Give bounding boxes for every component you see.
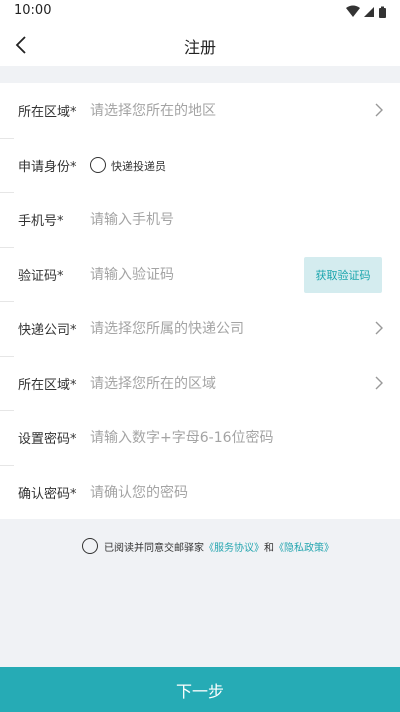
status-bar: 10:00 <box>0 0 400 24</box>
next-step-button[interactable]: 下一步 <box>0 667 400 712</box>
signal-icon <box>364 7 374 17</box>
phone-input[interactable]: 请输入手机号 <box>90 209 174 229</box>
get-code-button[interactable]: 获取验证码 <box>304 256 382 293</box>
phone-row: 手机号* 请输入手机号 <box>0 192 400 247</box>
chevron-right-icon <box>375 321 383 335</box>
phone-label: 手机号* <box>18 214 64 229</box>
registration-form: 所在区域* 请选择您所在的地区 申请身份* 快递投递员 手机号* 请输入手机号 … <box>0 83 400 519</box>
confirm-password-input[interactable]: 请确认您的密码 <box>90 482 188 502</box>
code-input[interactable]: 请输入验证码 <box>90 264 174 284</box>
company-row[interactable]: 快递公司* 请选择您所属的快递公司 <box>0 301 400 356</box>
code-label: 验证码* <box>18 268 64 284</box>
area-select[interactable]: 请选择您所在的区域 <box>90 373 216 393</box>
service-agreement-link[interactable]: 《服务协议》 <box>204 539 264 554</box>
region-row[interactable]: 所在区域* 请选择您所在的地区 <box>0 83 400 138</box>
identity-row: 申请身份* 快递投递员 <box>0 137 400 193</box>
confirm-password-label: 确认密码* <box>18 486 77 502</box>
confirm-password-row: 确认密码* 请确认您的密码 <box>0 464 400 520</box>
agreement-text: 已阅读并同意交邮驿家 <box>104 542 204 554</box>
company-select[interactable]: 请选择您所属的快递公司 <box>90 318 244 338</box>
chevron-right-icon <box>375 376 383 389</box>
battery-icon <box>379 6 386 18</box>
password-label: 设置密码* <box>18 432 77 447</box>
code-row: 验证码* 请输入验证码 获取验证码 <box>0 246 400 302</box>
agreement-and-text: 和 <box>264 542 274 554</box>
password-row: 设置密码* 请输入数字+字母6-16位密码 <box>0 410 400 465</box>
wifi-icon <box>346 5 360 17</box>
nav-bar: 注册 <box>0 24 400 66</box>
agreement: 已阅读并同意交邮驿家 《服务协议》 和 《隐私政策》 <box>82 537 334 555</box>
region-label: 所在区域* <box>18 105 77 120</box>
privacy-policy-link[interactable]: 《隐私政策》 <box>274 539 334 554</box>
area-row[interactable]: 所在区域* 请选择您所在的区域 <box>0 355 400 411</box>
region-select[interactable]: 请选择您所在的地区 <box>90 100 216 120</box>
status-icons <box>346 5 386 18</box>
status-time: 10:00 <box>14 3 52 18</box>
company-label: 快递公司* <box>18 323 77 338</box>
agreement-checkbox[interactable] <box>82 538 98 554</box>
password-input[interactable]: 请输入数字+字母6-16位密码 <box>90 427 274 447</box>
page-title: 注册 <box>183 38 216 57</box>
identity-radio[interactable] <box>90 156 106 173</box>
area-label: 所在区域* <box>18 377 77 393</box>
identity-label: 申请身份* <box>18 159 77 175</box>
chevron-right-icon <box>375 103 383 117</box>
identity-option-label[interactable]: 快递投递员 <box>111 158 166 174</box>
